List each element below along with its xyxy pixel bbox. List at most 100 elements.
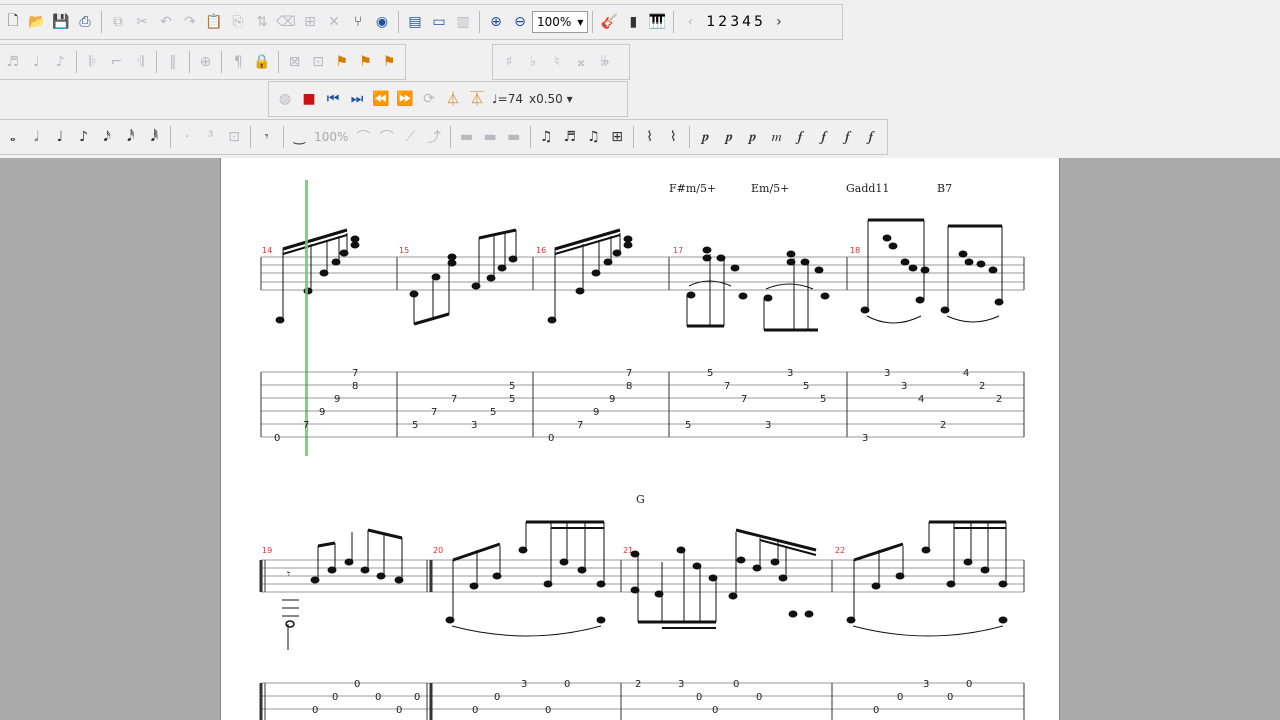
- tab-fret: 3: [923, 679, 929, 690]
- bend-icon[interactable]: ⤴: [423, 125, 445, 149]
- tuplet-icon[interactable]: ³: [200, 125, 222, 149]
- arpeggio-icon[interactable]: ⌇: [639, 125, 661, 149]
- insert-bar-icon[interactable]: ⊕: [485, 10, 507, 34]
- marker-1-icon[interactable]: ⚑: [331, 50, 353, 74]
- whole-note-icon[interactable]: 𝅝: [2, 125, 24, 149]
- double-bar-icon[interactable]: ‖: [162, 50, 184, 74]
- velocity-value[interactable]: 100%: [311, 130, 351, 144]
- previous-page-icon[interactable]: ‹: [679, 10, 701, 34]
- alternate-ending-icon[interactable]: ⌐: [106, 50, 128, 74]
- paste-icon[interactable]: 📋: [203, 10, 225, 34]
- chord-diagram-icon[interactable]: ⊠: [284, 50, 306, 74]
- brush-icon[interactable]: ⌇: [662, 125, 684, 149]
- thirty-second-note-icon[interactable]: 𝅘𝅥𝅰: [120, 125, 142, 149]
- next-page-icon[interactable]: ›: [768, 10, 790, 34]
- beam-group-3-icon[interactable]: ♫: [583, 125, 605, 149]
- redo-icon[interactable]: ↷: [179, 10, 201, 34]
- split-view-icon[interactable]: ▥: [452, 10, 474, 34]
- speed-select[interactable]: x0.50 ▾: [526, 92, 576, 106]
- metronome-toggle-icon[interactable]: ◍: [274, 87, 296, 111]
- dynamic-mp-icon[interactable]: 𝆐: [766, 125, 788, 149]
- duplicate-icon[interactable]: ⊞: [299, 10, 321, 34]
- marker-2-icon[interactable]: ⚑: [355, 50, 377, 74]
- slide-icon[interactable]: ⟋: [400, 125, 422, 149]
- grace-note-icon[interactable]: ⊡: [223, 125, 245, 149]
- page-2-link[interactable]: 2: [718, 14, 727, 30]
- stop-button[interactable]: ■: [298, 87, 320, 111]
- flat-icon[interactable]: ♭: [522, 50, 544, 74]
- keyboard-icon[interactable]: 🎹: [646, 10, 668, 34]
- beam-icon[interactable]: ♬: [2, 50, 24, 74]
- page-5-link[interactable]: 5: [754, 14, 763, 30]
- fretboard-icon[interactable]: ▮: [622, 10, 644, 34]
- page-3-link[interactable]: 3: [730, 14, 739, 30]
- dynamic-pp-icon[interactable]: 𝆏: [719, 125, 741, 149]
- playback-cursor[interactable]: [305, 180, 308, 456]
- dynamic-mf-icon[interactable]: 𝆑: [789, 125, 811, 149]
- dynamic-f-icon[interactable]: 𝆑: [813, 125, 835, 149]
- staff-view-2-icon[interactable]: ▬: [479, 125, 501, 149]
- page-1-link[interactable]: 1: [706, 14, 715, 30]
- repeat-close-icon[interactable]: 𝄇: [129, 50, 151, 74]
- tie-icon[interactable]: ‿: [288, 125, 310, 149]
- separator: [632, 126, 634, 148]
- half-note-icon[interactable]: 𝅗𝅥: [26, 125, 48, 149]
- page-view-icon[interactable]: ▭: [428, 10, 450, 34]
- save-icon[interactable]: 💾: [50, 10, 72, 34]
- lock-icon[interactable]: 🔒: [251, 50, 273, 74]
- rewind-icon[interactable]: ⏪: [370, 87, 392, 111]
- loop-icon[interactable]: ⟳: [418, 87, 440, 111]
- dynamic-ff-icon[interactable]: 𝆑: [837, 125, 859, 149]
- pull-off-icon[interactable]: ⌒: [376, 125, 398, 149]
- beam-group-2-icon[interactable]: ♬: [559, 125, 581, 149]
- page-4-link[interactable]: 4: [742, 14, 751, 30]
- text-icon[interactable]: ⊡: [307, 50, 329, 74]
- flag-icon[interactable]: ♪: [49, 50, 71, 74]
- double-sharp-icon[interactable]: 𝄪: [570, 50, 592, 74]
- staff-view-1-icon[interactable]: ▬: [456, 125, 478, 149]
- sixty-fourth-note-icon[interactable]: 𝅘𝅥𝅱: [144, 125, 166, 149]
- staff-view-3-icon[interactable]: ▬: [503, 125, 525, 149]
- beam-group-4-icon[interactable]: ⊞: [606, 125, 628, 149]
- paragraph-icon[interactable]: ¶: [227, 50, 249, 74]
- natural-icon[interactable]: ♮: [546, 50, 568, 74]
- remove-bar-icon[interactable]: ⊖: [509, 10, 531, 34]
- clear-icon[interactable]: ⌫: [275, 10, 297, 34]
- open-folder-icon[interactable]: 📂: [26, 10, 48, 34]
- count-in-icon[interactable]: ⏄: [466, 87, 488, 111]
- delete-icon[interactable]: ✕: [323, 10, 345, 34]
- go-to-end-icon[interactable]: ⏭: [346, 87, 368, 111]
- dynamic-p-icon[interactable]: 𝆏: [742, 125, 764, 149]
- cut-icon[interactable]: ✂: [131, 10, 153, 34]
- rest-icon[interactable]: 𝄾: [256, 125, 278, 149]
- tuning-fork-icon[interactable]: ⑂: [347, 10, 369, 34]
- paste-special-icon[interactable]: ⎘: [227, 10, 249, 34]
- metronome-icon[interactable]: ⏃: [442, 87, 464, 111]
- copy-icon[interactable]: ⧉: [107, 10, 129, 34]
- zoom-select[interactable]: 100% ▾: [532, 11, 589, 33]
- guitar-icon[interactable]: 🎸: [598, 10, 620, 34]
- double-flat-icon[interactable]: 𝄫: [594, 50, 616, 74]
- undo-icon[interactable]: ↶: [155, 10, 177, 34]
- sharp-icon[interactable]: ♯: [498, 50, 520, 74]
- sixteenth-note-icon[interactable]: 𝅘𝅥𝅯: [96, 125, 118, 149]
- multitrack-icon[interactable]: ▤: [404, 10, 426, 34]
- bar-number: 15: [399, 246, 409, 255]
- quarter-note-icon[interactable]: ♩: [49, 125, 71, 149]
- marker-3-icon[interactable]: ⚑: [378, 50, 400, 74]
- coda-icon[interactable]: ⊕: [195, 50, 217, 74]
- eighth-note-icon[interactable]: ♪: [73, 125, 95, 149]
- print-icon[interactable]: ⎙: [74, 10, 96, 34]
- repeat-open-icon[interactable]: 𝄆: [82, 50, 104, 74]
- transpose-icon[interactable]: ⇅: [251, 10, 273, 34]
- dynamic-ppp-icon[interactable]: 𝆏: [695, 125, 717, 149]
- new-document-icon[interactable]: 🗋: [2, 10, 24, 34]
- fast-forward-icon[interactable]: ⏩: [394, 87, 416, 111]
- dynamic-fff-icon[interactable]: 𝆑: [860, 125, 882, 149]
- hammer-on-icon[interactable]: ⌒: [352, 125, 374, 149]
- go-to-start-icon[interactable]: ⏮: [322, 87, 344, 111]
- stem-icon[interactable]: ♩: [26, 50, 48, 74]
- globe-icon[interactable]: ◉: [371, 10, 393, 34]
- beam-group-1-icon[interactable]: ♫: [536, 125, 558, 149]
- dotted-icon[interactable]: ·: [176, 125, 198, 149]
